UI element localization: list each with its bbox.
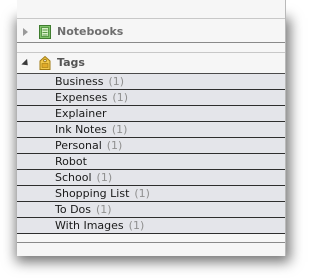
tag-label: Personal bbox=[55, 139, 102, 152]
tags-title: Tags bbox=[57, 56, 85, 69]
notebook-icon bbox=[39, 25, 51, 39]
tag-count: (1) bbox=[111, 123, 128, 136]
tag-count: (1) bbox=[106, 139, 123, 152]
tag-list-item[interactable]: Robot bbox=[17, 154, 285, 170]
tag-count: (1) bbox=[96, 171, 113, 184]
tag-label: To Dos bbox=[55, 203, 92, 216]
tags-section-header[interactable]: Tags bbox=[17, 53, 285, 74]
tag-list-item[interactable]: Business (1) bbox=[17, 74, 285, 90]
tag-label: Robot bbox=[55, 155, 87, 168]
tag-icon bbox=[39, 55, 51, 70]
tag-count: (1) bbox=[96, 203, 112, 216]
tag-label: School bbox=[55, 171, 92, 184]
collapse-arrow-icon[interactable] bbox=[21, 58, 31, 69]
divider bbox=[17, 44, 285, 53]
tag-label: Expenses bbox=[55, 91, 108, 104]
tag-label: With Images bbox=[55, 219, 124, 232]
expand-arrow-icon[interactable] bbox=[23, 28, 28, 36]
tag-list-item[interactable]: Expenses (1) bbox=[17, 90, 285, 106]
tag-list-item[interactable]: Explainer bbox=[17, 106, 285, 122]
notes-sidebar: Notebooks Tags Business (1) Expenses (1) Exp… bbox=[17, 0, 286, 256]
tag-list-item[interactable]: Shopping List (1) bbox=[17, 186, 285, 202]
tag-list-item[interactable]: Personal (1) bbox=[17, 138, 285, 154]
tag-list: Business (1) Expenses (1) Explainer Ink Notes… bbox=[17, 74, 285, 234]
tag-label: Shopping List bbox=[55, 187, 130, 200]
tag-count: (1) bbox=[112, 91, 129, 104]
tag-label: Business bbox=[55, 75, 104, 88]
divider bbox=[17, 18, 285, 19]
tag-count: (1) bbox=[108, 75, 125, 88]
tag-label: Ink Notes bbox=[55, 123, 107, 136]
tag-list-item[interactable]: School (1) bbox=[17, 170, 285, 186]
tag-count: (1) bbox=[128, 219, 145, 232]
tag-list-item[interactable]: With Images (1) bbox=[17, 218, 285, 234]
notebooks-title: Notebooks bbox=[57, 25, 124, 38]
divider bbox=[17, 234, 285, 243]
notebooks-section-header[interactable]: Notebooks bbox=[17, 22, 285, 43]
tag-label: Explainer bbox=[55, 107, 107, 120]
tag-list-item[interactable]: To Dos (1) bbox=[17, 202, 285, 218]
tag-count: (1) bbox=[134, 187, 150, 200]
tag-list-item[interactable]: Ink Notes (1) bbox=[17, 122, 285, 138]
